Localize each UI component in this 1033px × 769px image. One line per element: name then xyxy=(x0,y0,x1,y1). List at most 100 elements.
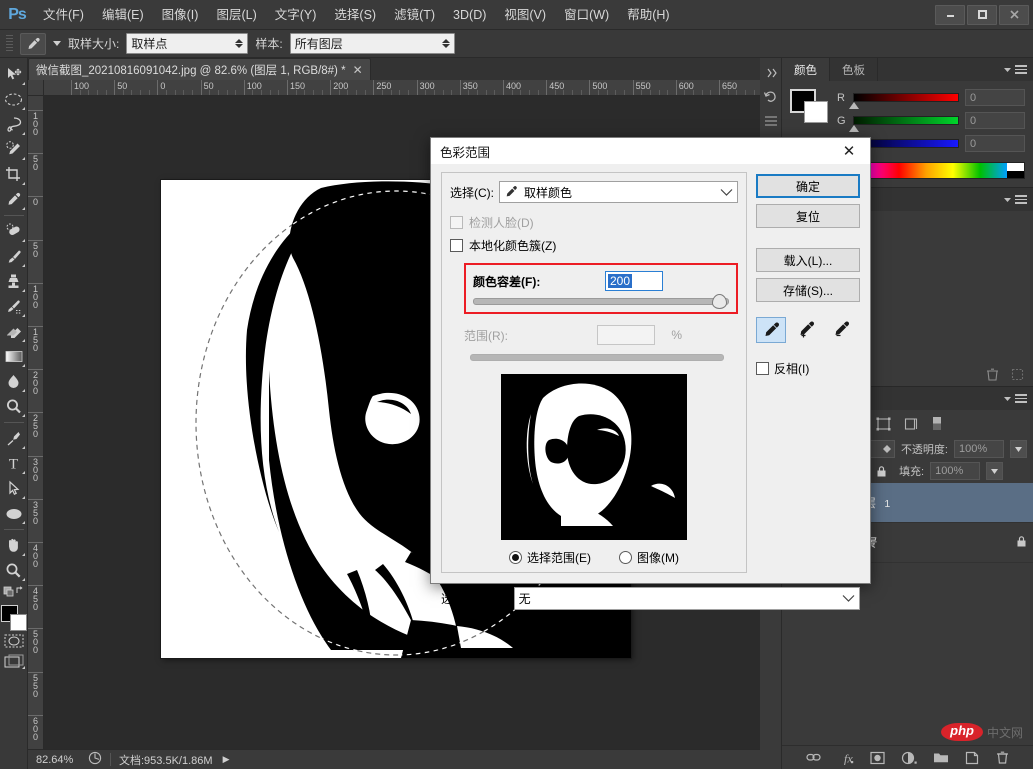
slider-thumb-g[interactable] xyxy=(849,125,859,132)
channel-slider-r[interactable] xyxy=(849,93,959,109)
menu-help[interactable]: 帮助(H) xyxy=(618,0,678,30)
invert-checkbox[interactable] xyxy=(756,362,769,375)
preview-mode-selection[interactable]: 选择范围(E) xyxy=(509,549,591,566)
dialog-title-bar[interactable]: 色彩范围 ✕ xyxy=(431,138,870,164)
tab-color[interactable]: 颜色 xyxy=(782,58,830,81)
properties-panel-icon[interactable] xyxy=(761,110,781,132)
fill-dropdown-icon[interactable] xyxy=(986,462,1004,480)
fx-icon[interactable]: fx xyxy=(837,751,854,765)
path-selection-tool[interactable] xyxy=(1,476,27,501)
default-colors-icon[interactable] xyxy=(1,583,27,601)
delete-icon[interactable] xyxy=(985,367,1000,382)
move-tool[interactable] xyxy=(1,62,27,87)
delete-layer-icon[interactable] xyxy=(995,750,1010,765)
localized-clusters-checkbox[interactable] xyxy=(450,239,463,252)
adjustments-panel-menu[interactable] xyxy=(1003,188,1033,211)
menu-filter[interactable]: 滤镜(T) xyxy=(385,0,444,30)
maximize-button[interactable] xyxy=(967,4,997,25)
background-color-swatch[interactable] xyxy=(9,614,27,631)
sample-select[interactable]: 所有图层 xyxy=(289,33,455,54)
lasso-tool[interactable] xyxy=(1,112,27,137)
load-button[interactable]: 载入(L)... xyxy=(756,248,860,272)
ok-button[interactable]: 确定 xyxy=(756,174,860,198)
type-tool[interactable]: T xyxy=(1,451,27,476)
link-icon[interactable] xyxy=(805,751,821,764)
zoom-level[interactable]: 82.64% xyxy=(36,754,88,766)
reset-button[interactable]: 复位 xyxy=(756,204,860,228)
menu-select[interactable]: 选择(S) xyxy=(325,0,385,30)
menu-file[interactable]: 文件(F) xyxy=(34,0,93,30)
spectrum-black-white[interactable] xyxy=(1007,163,1024,178)
history-panel-icon[interactable] xyxy=(761,86,781,108)
eraser-tool[interactable] xyxy=(1,319,27,344)
color-panel-swatches[interactable] xyxy=(790,89,828,123)
channel-value-b[interactable]: 0 xyxy=(965,135,1025,152)
spot-healing-brush-tool[interactable] xyxy=(1,219,27,244)
opacity-dropdown-icon[interactable] xyxy=(1010,440,1027,458)
radio-selection[interactable] xyxy=(509,551,522,564)
background-swatch[interactable] xyxy=(804,101,828,123)
pen-tool[interactable] xyxy=(1,426,27,451)
channel-slider-g[interactable] xyxy=(849,116,959,132)
menu-view[interactable]: 视图(V) xyxy=(495,0,555,30)
menu-edit[interactable]: 编辑(E) xyxy=(93,0,153,30)
zoom-tool[interactable] xyxy=(1,558,27,583)
color-range-dialog[interactable]: 色彩范围 ✕ 选择(C): 取样颜色 检测人脸(D) 本地化颜色簇(Z) 颜色容… xyxy=(430,137,871,610)
fuzziness-slider[interactable] xyxy=(473,294,729,309)
group-icon[interactable] xyxy=(933,751,949,764)
layer-lock-icon[interactable] xyxy=(1016,535,1027,551)
channel-value-g[interactable]: 0 xyxy=(965,112,1025,129)
status-expand-icon[interactable]: ▶ xyxy=(223,754,230,765)
tab-swatches[interactable]: 色板 xyxy=(830,58,878,81)
dialog-preview[interactable] xyxy=(501,374,687,540)
fill-value[interactable]: 100% xyxy=(930,462,981,480)
mask-icon[interactable] xyxy=(869,751,885,765)
gradient-icon[interactable] xyxy=(931,416,943,431)
quick-mask-icon[interactable] xyxy=(1,631,27,651)
ellipse-shape-tool[interactable] xyxy=(1,501,27,526)
color-panel-menu[interactable] xyxy=(1003,58,1033,81)
eyedropper-icon[interactable] xyxy=(756,317,786,343)
save-button[interactable]: 存储(S)... xyxy=(756,278,860,302)
close-button[interactable] xyxy=(999,4,1029,25)
selection-preview-dropdown[interactable]: 无 xyxy=(513,587,860,610)
opacity-value[interactable]: 100% xyxy=(954,440,1004,458)
close-icon[interactable]: ✕ xyxy=(353,64,363,76)
collapse-panels-icon[interactable] xyxy=(761,62,781,84)
brush-tool[interactable] xyxy=(1,244,27,269)
shape-icon[interactable] xyxy=(876,417,891,431)
history-brush-tool[interactable] xyxy=(1,294,27,319)
menu-3d[interactable]: 3D(D) xyxy=(444,0,495,30)
menu-image[interactable]: 图像(I) xyxy=(153,0,208,30)
menu-window[interactable]: 窗口(W) xyxy=(555,0,618,30)
fuzziness-slider-thumb[interactable] xyxy=(712,294,728,309)
adjustment-layer-icon[interactable] xyxy=(901,751,917,765)
channel-value-r[interactable]: 0 xyxy=(965,89,1025,106)
clone-stamp-tool[interactable] xyxy=(1,269,27,294)
preview-mode-image[interactable]: 图像(M) xyxy=(619,549,679,566)
select-dropdown[interactable]: 取样颜色 xyxy=(499,181,738,203)
eyedropper-subtract-icon[interactable] xyxy=(826,317,856,343)
color-swatches[interactable] xyxy=(0,605,27,631)
vertical-ruler[interactable]: 100 50 0 50 100 150 200 250 300 350 400 450 500 550 60… xyxy=(28,96,44,749)
close-icon[interactable]: ✕ xyxy=(828,138,870,164)
options-bar-grip[interactable] xyxy=(6,34,13,53)
menu-type[interactable]: 文字(Y) xyxy=(266,0,326,30)
new-item-icon[interactable] xyxy=(1010,367,1025,382)
screen-mode-icon[interactable] xyxy=(1,651,27,671)
smart-object-icon[interactable] xyxy=(904,417,918,431)
horizontal-ruler[interactable]: 100 50 0 50 100 150 200 250 300 350 400 450 500 550 60… xyxy=(28,80,760,96)
tool-preset-chevron-icon[interactable] xyxy=(53,41,61,46)
fuzziness-input[interactable]: 200 xyxy=(605,271,663,291)
lock-all-icon[interactable] xyxy=(876,465,887,478)
gradient-tool[interactable] xyxy=(1,344,27,369)
minimize-button[interactable] xyxy=(935,4,965,25)
menu-layer[interactable]: 图层(L) xyxy=(207,0,265,30)
document-icon[interactable] xyxy=(88,751,102,768)
slider-thumb-r[interactable] xyxy=(849,102,859,109)
eyedropper-tool[interactable] xyxy=(1,187,27,212)
hand-tool[interactable] xyxy=(1,533,27,558)
elliptical-marquee-tool[interactable] xyxy=(1,87,27,112)
blur-tool[interactable] xyxy=(1,369,27,394)
radio-image[interactable] xyxy=(619,551,632,564)
